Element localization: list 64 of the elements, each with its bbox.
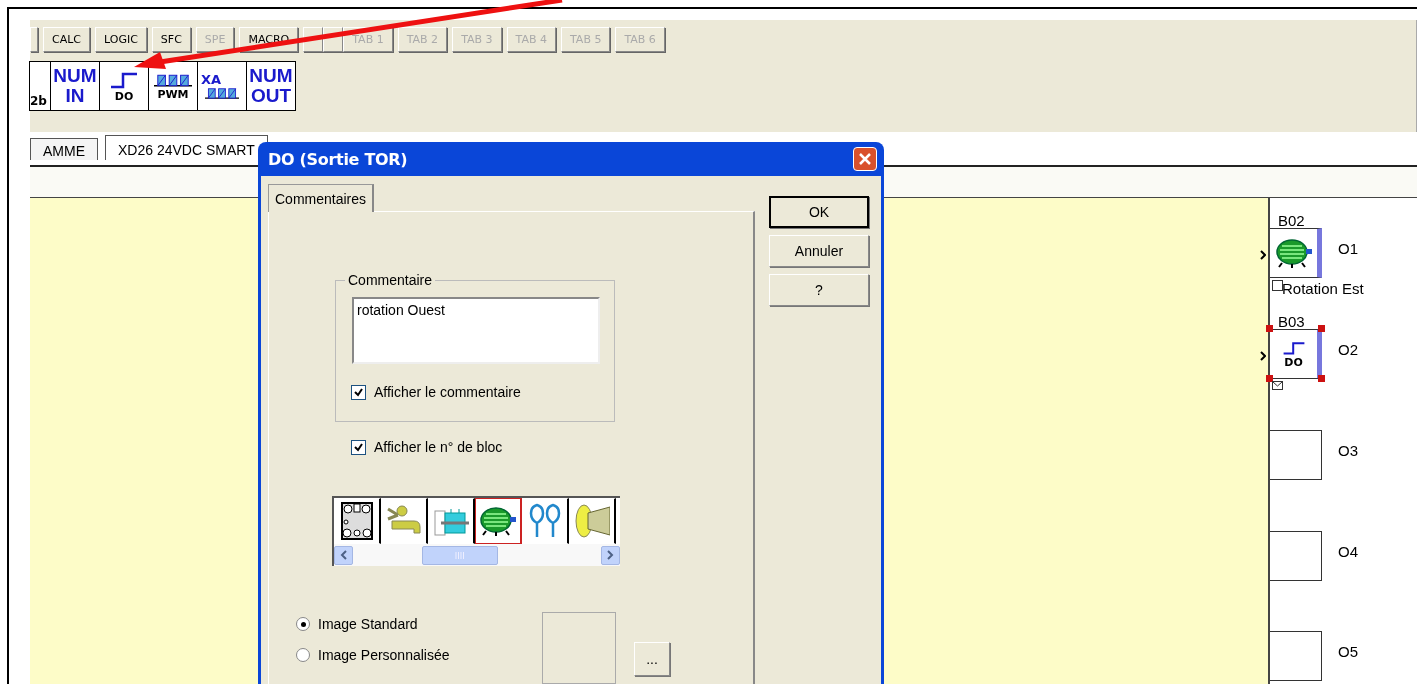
- scroll-right-button[interactable]: [601, 545, 620, 565]
- palette-block[interactable]: DO: [99, 61, 149, 111]
- terminal-block-icon: [338, 501, 376, 541]
- output-block[interactable]: [1270, 531, 1322, 581]
- dialog-tab[interactable]: Commentaires: [268, 184, 375, 212]
- scroll-thumb[interactable]: [422, 545, 498, 565]
- output-block[interactable]: DO: [1270, 329, 1322, 379]
- output-label: O1: [1338, 240, 1358, 257]
- group-label: Commentaire: [345, 272, 436, 288]
- checkbox-label: Afficher le n° de bloc: [374, 439, 503, 455]
- close-icon: [858, 152, 872, 166]
- palette-block[interactable]: NUM IN: [50, 61, 100, 111]
- chevron-right-icon: [607, 550, 614, 560]
- close-button[interactable]: [853, 147, 877, 171]
- radio-button[interactable]: [296, 648, 310, 662]
- chevron-left-icon: [340, 550, 347, 560]
- motor-icon: [478, 504, 518, 538]
- comment-field[interactable]: rotation Ouest: [352, 297, 600, 364]
- radio-label: Image Personnalisée: [318, 647, 450, 663]
- selection-handle[interactable]: [1318, 375, 1325, 382]
- toolbox-tab[interactable]: SFC: [151, 27, 191, 52]
- output-label: O3: [1338, 442, 1358, 459]
- envelope-icon: [1272, 381, 1283, 390]
- input-chevron-icon: [1260, 351, 1266, 361]
- browse-button[interactable]: ...: [634, 642, 670, 676]
- motor-icon: [1273, 237, 1314, 269]
- input-chevron-icon: [1260, 250, 1266, 260]
- checkbox[interactable]: [351, 384, 366, 400]
- dialog-title: DO (Sortie TOR): [268, 149, 408, 169]
- dialog-button[interactable]: OK: [769, 196, 869, 228]
- block-number: B03: [1278, 313, 1305, 330]
- horn-icon: [574, 501, 610, 541]
- checkbox-label: Afficher le commentaire: [374, 384, 521, 400]
- toolbox-tab[interactable]: LOGIC: [95, 27, 147, 52]
- document-tab[interactable]: XD26 24VDC SMART: [105, 135, 268, 160]
- output-block[interactable]: [1270, 430, 1322, 480]
- block-number: B02: [1278, 212, 1305, 229]
- radio-button[interactable]: [296, 617, 310, 631]
- comment-marker-icon: [1272, 280, 1283, 291]
- scroll-left-button[interactable]: [334, 545, 353, 565]
- radio-label: Image Standard: [318, 616, 418, 632]
- block-comment: Rotation Est: [1282, 280, 1364, 297]
- scrollbar[interactable]: [334, 544, 620, 566]
- dialog-button[interactable]: ?: [769, 274, 869, 306]
- selection-handle[interactable]: [1266, 375, 1273, 382]
- dialog-button[interactable]: Annuler: [769, 235, 869, 267]
- toolbox-tab[interactable]: CALC: [43, 27, 90, 52]
- palette-block[interactable]: XA: [197, 61, 247, 111]
- output-label: O2: [1338, 341, 1358, 358]
- palette-block[interactable]: NUM OUT: [246, 61, 296, 111]
- output-block[interactable]: [1270, 228, 1322, 278]
- palette-block[interactable]: PWM: [148, 61, 198, 111]
- output-block[interactable]: [1270, 631, 1322, 681]
- selection-handle[interactable]: [1266, 325, 1273, 332]
- toolbox-tab[interactable]: [30, 27, 38, 52]
- pulse-wave-icon: [205, 85, 239, 100]
- step-signal-icon: [1281, 339, 1306, 356]
- document-tab[interactable]: AMME: [30, 138, 98, 160]
- palette-block[interactable]: 2b: [29, 61, 51, 111]
- checkbox[interactable]: [351, 439, 366, 455]
- output-label: O5: [1338, 643, 1358, 660]
- selection-handle[interactable]: [1318, 325, 1325, 332]
- image-option[interactable]: [475, 498, 522, 544]
- output-label: O4: [1338, 543, 1358, 560]
